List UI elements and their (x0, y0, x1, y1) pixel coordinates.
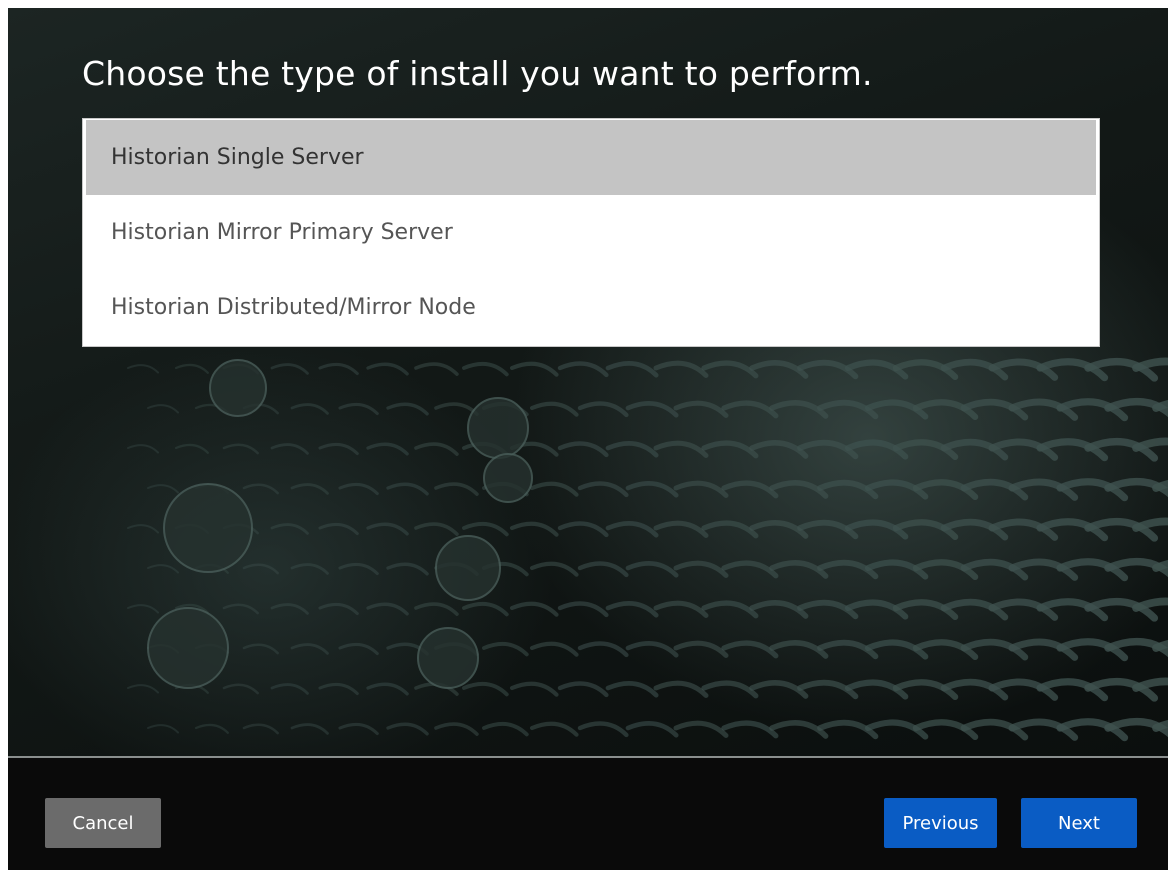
installer-window: Choose the type of install you want to p… (8, 8, 1168, 870)
install-type-list[interactable]: Historian Single Server Historian Mirror… (82, 118, 1100, 347)
install-option-single-server[interactable]: Historian Single Server (86, 120, 1096, 195)
page-title: Choose the type of install you want to p… (82, 54, 873, 93)
install-option-distributed-mirror-node[interactable]: Historian Distributed/Mirror Node (86, 270, 1096, 345)
next-button[interactable]: Next (1021, 798, 1137, 848)
footer-divider (8, 756, 1168, 758)
previous-button[interactable]: Previous (884, 798, 997, 848)
install-option-mirror-primary-server[interactable]: Historian Mirror Primary Server (86, 195, 1096, 270)
cancel-button[interactable]: Cancel (45, 798, 161, 848)
